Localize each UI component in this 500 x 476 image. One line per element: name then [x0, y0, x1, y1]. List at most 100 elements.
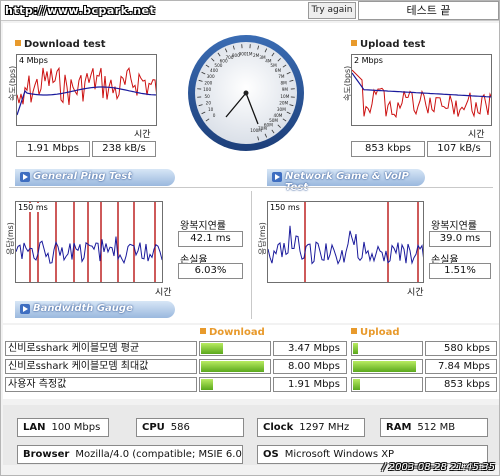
bullet-icon: [351, 40, 357, 46]
general-ping-loss-spikes: [29, 202, 156, 282]
main-panel: Download test 속도(bps) 4 Mbps 시간 1.91 Mbp…: [3, 23, 499, 323]
ram-label: RAM: [386, 422, 412, 433]
download-title-text: Download test: [24, 39, 106, 50]
general-ping-loss-value: 6.03%: [178, 263, 243, 279]
bandwidth-banner: Bandwidth Gauge: [15, 301, 175, 318]
gauge-tick-label: 0: [213, 113, 216, 118]
section-divider: [9, 187, 493, 188]
upload-level-fill: [353, 361, 416, 372]
gauge-tick-label: 30M: [277, 107, 286, 112]
upload-bytes-value: 107 kB/s: [427, 141, 491, 157]
site-url[interactable]: http://www.bcpark.net: [5, 4, 155, 17]
game-ping-loss-spikes: [304, 202, 419, 282]
download-title: Download test: [15, 39, 106, 50]
general-ping-rtt-value: 42.1 ms: [178, 231, 243, 247]
game-ping-banner: Network Game & VoIP Test: [267, 169, 425, 193]
gauge-tick-label: 6M: [275, 68, 282, 73]
speed-gauge: 0 10 20 50 100 200 300 400 500 600 700 800 900 1M 2M 3M…: [186, 33, 306, 153]
upload-x-label: 시간: [468, 130, 485, 140]
general-ping-banner: General Ping Test: [15, 169, 175, 186]
bullet-icon: [351, 328, 357, 334]
clock-value: 1297 MHz: [299, 422, 350, 433]
download-level-fill: [201, 343, 223, 354]
download-level-bar: [199, 359, 271, 374]
general-ping-graph: 150 ms: [15, 201, 163, 283]
upload-level-bar: [351, 341, 423, 356]
upload-level-bar: [351, 359, 423, 374]
game-ping-series: [268, 225, 423, 265]
ping-divider: [251, 191, 252, 319]
bandwidth-download-header-text: Download: [209, 327, 265, 338]
download-graph-svg: [17, 66, 156, 116]
gauge-tick-label: 50: [204, 94, 210, 99]
upload-graph-svg: [352, 69, 491, 119]
download-level-value: 1.91 Mbps: [273, 377, 347, 392]
general-ping-rtt-label: 왕복지연률: [180, 221, 226, 232]
game-ping-scale-label: 150 ms: [270, 203, 300, 212]
ram-value: 512 MB: [417, 422, 456, 433]
clock-info: Clock 1297 MHz: [257, 418, 365, 437]
upload-title: Upload test: [351, 39, 425, 50]
download-level-fill: [201, 361, 264, 372]
download-series-instant: [17, 66, 156, 106]
game-ping-rtt-value: 39.0 ms: [429, 231, 491, 247]
top-bar: http://www.bcpark.net Try again 테스트 끝: [1, 1, 499, 21]
general-ping-banner-label: General Ping Test: [33, 171, 133, 182]
bandwidth-table: Download Upload 신비로sshark 케이블모뎀 평균 3.47 …: [3, 325, 499, 399]
bandwidth-upload-header-text: Upload: [360, 327, 400, 338]
browser-label: Browser: [23, 449, 70, 460]
gauge-tick-label: 10: [208, 107, 214, 112]
gauge-tick-label: 500: [214, 63, 222, 68]
arrow-icon: [20, 172, 30, 182]
upload-level-fill: [353, 379, 360, 390]
clock-label: Clock: [263, 422, 294, 433]
lan-info: LAN 100 Mbps: [17, 418, 109, 437]
gauge-tick-label: 10M: [280, 94, 289, 99]
lan-label: LAN: [23, 422, 46, 433]
game-ping-rtt-label: 왕복지연률: [431, 221, 477, 232]
gauge-tick-label: 300: [207, 74, 215, 79]
gauge-tick-label: 100: [203, 87, 211, 92]
download-level-fill: [201, 379, 213, 390]
lan-value: 100 Mbps: [51, 422, 101, 433]
bullet-icon: [15, 40, 21, 46]
gauge-tick-label: 1M: [246, 52, 253, 57]
download-scale-label: 4 Mbps: [19, 56, 48, 65]
try-again-button[interactable]: Try again: [308, 2, 356, 19]
browser-info: Browser Mozilla/4.0 (compatible; MSIE 6.0: [17, 445, 243, 464]
gauge-tick-label: 20M: [279, 101, 288, 106]
download-level-bar: [199, 341, 271, 356]
os-label: OS: [263, 449, 279, 460]
upload-series-average: [352, 72, 491, 98]
download-bytes-value: 238 kB/s: [92, 141, 156, 157]
upload-scale-label: 2 Mbps: [354, 56, 383, 65]
cpu-label: CPU: [142, 422, 165, 433]
upload-level-fill: [353, 343, 358, 354]
game-ping-graph-svg: [268, 202, 423, 282]
upload-level-value: 7.84 Mbps: [425, 359, 497, 374]
general-ping-x-label: 시간: [155, 288, 172, 298]
bandwidth-banner-label: Bandwidth Gauge: [33, 303, 133, 314]
general-ping-scale-label: 150 ms: [18, 203, 48, 212]
test-end-button[interactable]: 테스트 끝: [358, 1, 499, 20]
timestamp: / 2003-08-28 21:45:35: [382, 462, 495, 473]
gauge-tick-label: 100M: [250, 128, 262, 133]
upload-level-value: 853 kbps: [425, 377, 497, 392]
download-x-label: 시간: [134, 130, 151, 140]
gauge-tick-label: 9M: [282, 87, 289, 92]
download-graph: 4 Mbps: [16, 54, 157, 126]
game-ping-x-label: 시간: [407, 288, 424, 298]
upload-graph: 2 Mbps: [351, 54, 492, 126]
gauge-tick-label: 400: [210, 68, 218, 73]
download-level-value: 8.00 Mbps: [273, 359, 347, 374]
bandwidth-row-label: 사용자 측정값: [5, 377, 197, 392]
upload-speed-value: 853 kbps: [351, 141, 425, 157]
system-info-panel: LAN 100 Mbps CPU 586 Clock 1297 MHz RAM 512 …: [3, 405, 499, 465]
bandwidth-download-header: Download: [200, 327, 265, 338]
game-ping-graph: 150 ms: [267, 201, 424, 283]
gauge-tick-label: 20: [206, 101, 212, 106]
arrow-icon: [20, 304, 30, 314]
upload-level-value: 580 kbps: [425, 341, 497, 356]
cpu-value: 586: [170, 422, 190, 433]
gauge-hub: [243, 90, 249, 96]
